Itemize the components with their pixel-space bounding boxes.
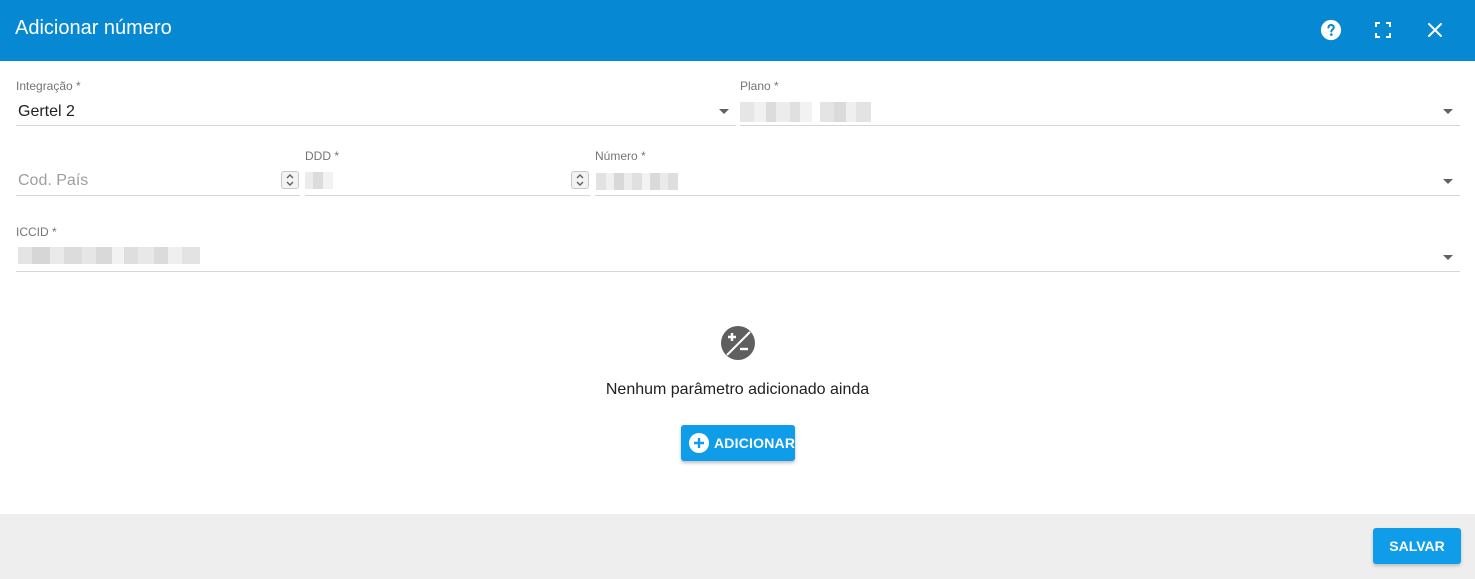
ddd-redacted-value (305, 172, 333, 189)
cod-pais-placeholder: Cod. País (18, 172, 89, 189)
chevron-down-icon[interactable] (1443, 255, 1453, 260)
save-button[interactable]: SALVAR (1373, 528, 1461, 564)
chevron-down-icon[interactable] (719, 109, 729, 114)
dialog-footer (0, 514, 1475, 579)
ddd-stepper[interactable] (571, 171, 589, 189)
cod-pais-input[interactable]: Cod. País (16, 149, 300, 197)
close-button[interactable] (1422, 17, 1448, 43)
iccid-redacted-value (18, 247, 200, 264)
empty-params-message: Nenhum parâmetro adicionado ainda (605, 381, 870, 398)
integracao-value: Gertel 2 (18, 103, 75, 120)
numero-redacted-value (596, 173, 678, 190)
cod-pais-stepper[interactable] (281, 171, 299, 189)
ddd-label: DDD * (305, 149, 340, 163)
help-icon (1320, 19, 1342, 41)
plano-label: Plano * (740, 79, 779, 93)
iccid-label: ICCID * (16, 225, 57, 239)
integracao-label: Integração * (16, 79, 81, 93)
numero-select[interactable]: Número * (595, 149, 1460, 197)
plano-redacted-value (740, 102, 871, 122)
dialog-title: Adicionar número (15, 17, 172, 39)
stepper-arrows-icon (576, 174, 584, 186)
dialog-header: Adicionar número (0, 0, 1475, 61)
plus-minus-icon (721, 326, 755, 360)
close-icon (1428, 23, 1442, 37)
help-button[interactable] (1318, 17, 1344, 43)
ddd-input[interactable]: DDD * (305, 149, 590, 197)
numero-label: Número * (595, 149, 646, 163)
chevron-down-icon[interactable] (1443, 179, 1453, 184)
plus-circle-icon (689, 433, 709, 453)
integracao-select[interactable]: Integração * Gertel 2 (16, 79, 736, 127)
iccid-select[interactable]: ICCID * (16, 225, 1460, 273)
fullscreen-icon (1375, 22, 1391, 38)
stepper-arrows-icon (286, 174, 294, 186)
fullscreen-button[interactable] (1370, 17, 1396, 43)
add-parameter-label: ADICIONAR (714, 435, 796, 451)
chevron-down-icon[interactable] (1443, 109, 1453, 114)
add-parameter-button[interactable]: ADICIONAR (681, 425, 795, 461)
plano-select[interactable]: Plano * (740, 79, 1460, 127)
